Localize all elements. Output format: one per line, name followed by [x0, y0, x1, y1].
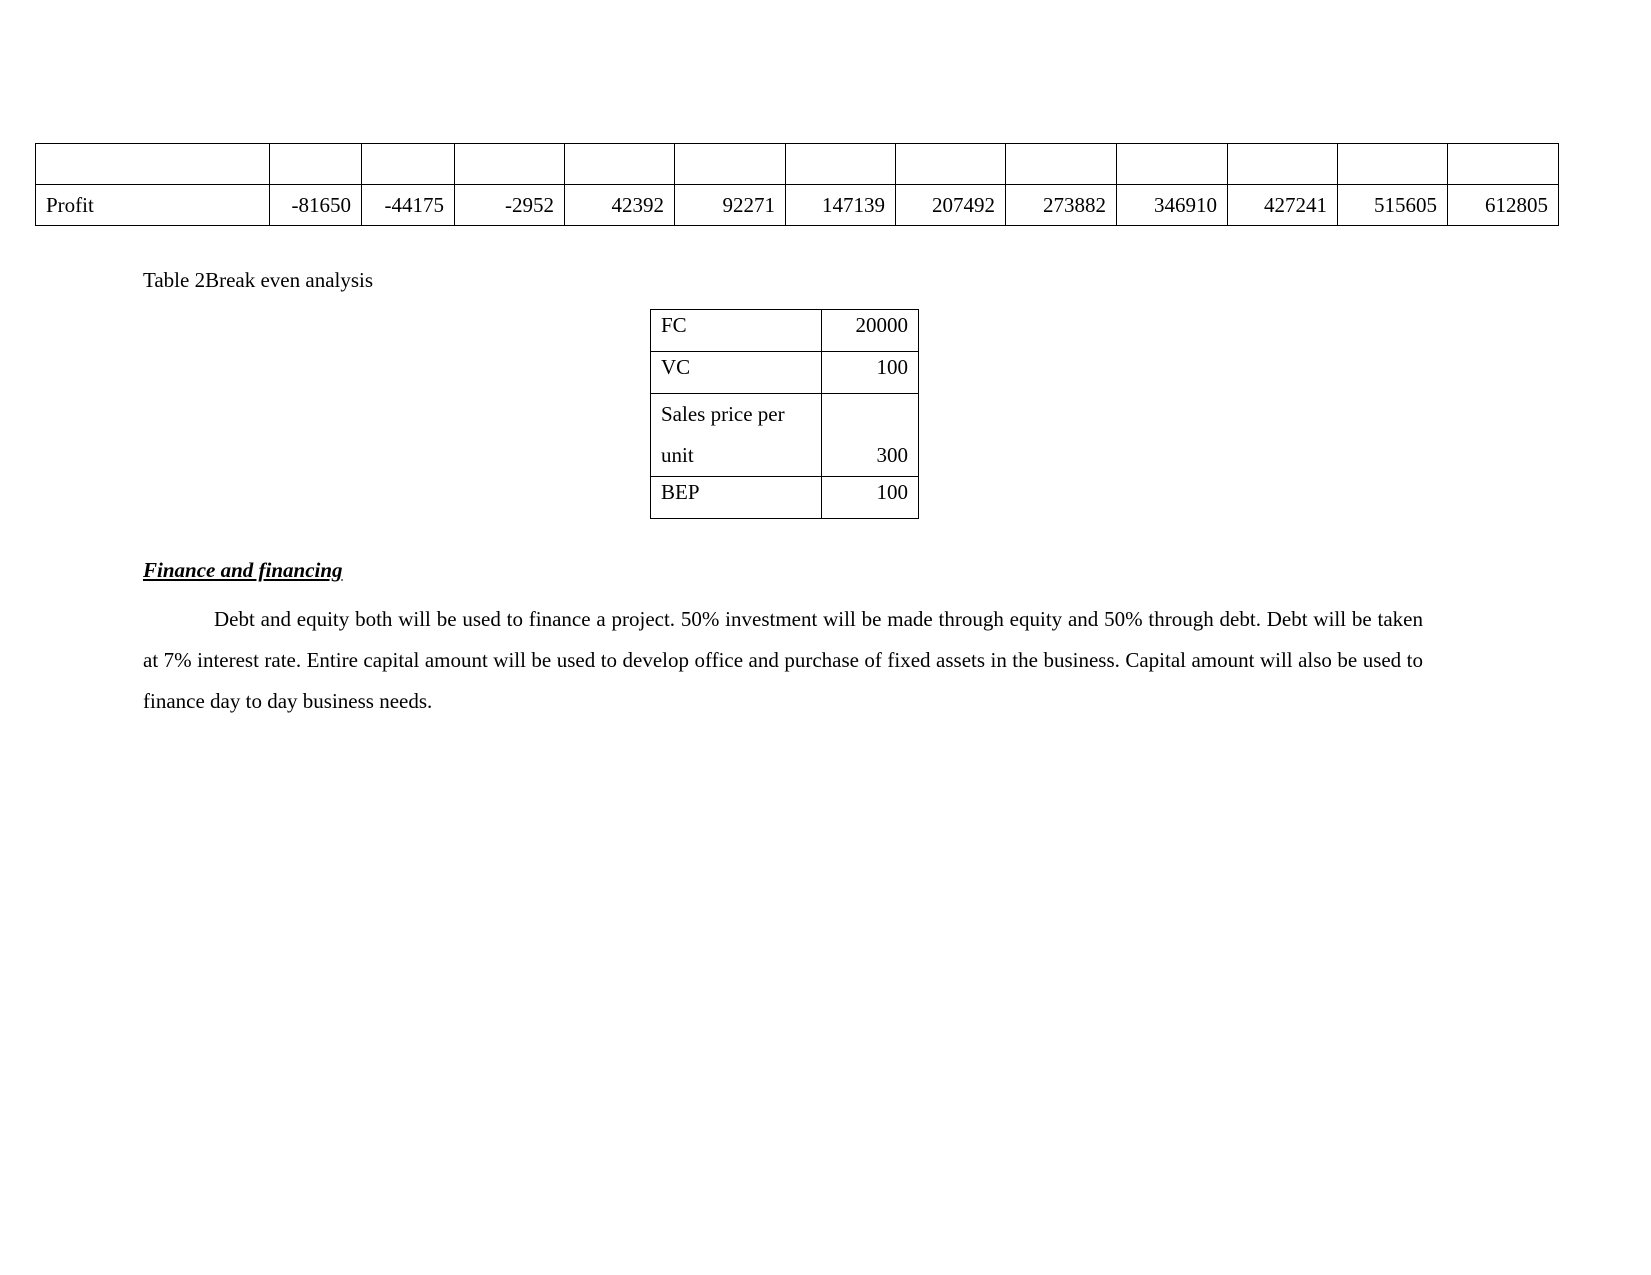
table-cell [454, 143, 565, 185]
table-cell: 515605 [1337, 184, 1448, 226]
table-cell: 42392 [564, 184, 675, 226]
section-heading: Finance and financing [143, 558, 343, 582]
row-value: 20000 [821, 309, 919, 352]
table-cell [564, 143, 675, 185]
body-paragraph: Debt and equity both will be used to fin… [143, 607, 1423, 713]
table-cell: 207492 [895, 184, 1006, 226]
row-label: VC [650, 351, 822, 394]
table-cell [269, 143, 362, 185]
table-cell [1116, 143, 1228, 185]
row-label: FC [650, 309, 822, 352]
table-cell: -2952 [454, 184, 565, 226]
table-cell [785, 143, 896, 185]
table-cell [1337, 143, 1448, 185]
table-header-row [35, 143, 1559, 185]
table-cell: 273882 [1005, 184, 1117, 226]
table-row: FC 20000 [650, 309, 919, 352]
table-row-profit: Profit -81650 -44175 -2952 42392 92271 1… [35, 184, 1559, 226]
row-value: 300 [821, 393, 919, 477]
table-cell: 92271 [674, 184, 786, 226]
table-cell [1447, 143, 1559, 185]
table-cell [1005, 143, 1117, 185]
row-value: 100 [821, 351, 919, 394]
row-value: 100 [821, 476, 919, 519]
table-cell [895, 143, 1006, 185]
table-row: VC 100 [650, 351, 919, 394]
table-cell: -44175 [361, 184, 455, 226]
table-cell [674, 143, 786, 185]
table-cell: 427241 [1227, 184, 1338, 226]
table-row: Sales price per unit 300 [650, 393, 919, 477]
table-cell: 147139 [785, 184, 896, 226]
table-cell [361, 143, 455, 185]
table-cell: -81650 [269, 184, 362, 226]
table-cell: 612805 [1447, 184, 1559, 226]
table-cell [35, 143, 270, 185]
table-caption: Table 2Break even analysis [143, 268, 374, 292]
row-label: Sales price per unit [650, 393, 822, 477]
table-cell [1227, 143, 1338, 185]
row-label: BEP [650, 476, 822, 519]
table-cell: 346910 [1116, 184, 1228, 226]
row-label: Profit [35, 184, 270, 226]
profit-table: Profit -81650 -44175 -2952 42392 92271 1… [35, 143, 1559, 226]
break-even-table: FC 20000 VC 100 Sales price per unit 300… [650, 309, 919, 519]
table-row: BEP 100 [650, 476, 919, 519]
